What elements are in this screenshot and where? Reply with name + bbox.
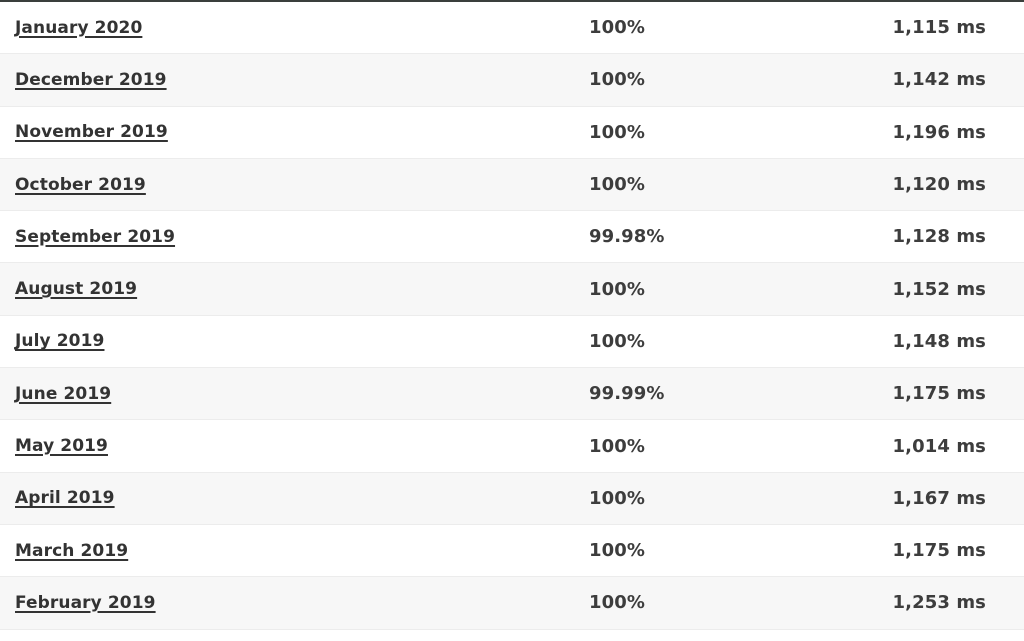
table-row: February 2019 100% 1,253 ms (0, 577, 1024, 630)
month-link[interactable]: May 2019 (15, 420, 108, 471)
month-link[interactable]: April 2019 (15, 473, 115, 524)
table-row: August 2019 100% 1,152 ms (0, 263, 1024, 316)
response-time-value: 1,152 ms (892, 278, 986, 300)
uptime-value: 100% (589, 592, 646, 614)
response-time-value: 1,175 ms (892, 540, 986, 562)
uptime-value: 100% (589, 17, 646, 39)
table-row: January 2020 100% 1,115 ms (0, 2, 1024, 55)
response-time-value: 1,142 ms (892, 69, 986, 91)
table-row: September 2019 99.98% 1,128 ms (0, 211, 1024, 264)
uptime-history-table: January 2020 100% 1,115 ms December 2019… (0, 0, 1024, 630)
response-time-value: 1,115 ms (892, 17, 986, 39)
table-row: May 2019 100% 1,014 ms (0, 420, 1024, 473)
table-row: March 2019 100% 1,175 ms (0, 524, 1024, 578)
uptime-value: 100% (589, 487, 646, 509)
month-link[interactable]: October 2019 (15, 159, 146, 210)
response-time-value: 1,014 ms (892, 435, 986, 457)
month-link[interactable]: June 2019 (15, 368, 111, 419)
month-link[interactable]: February 2019 (15, 577, 156, 628)
month-link[interactable]: November 2019 (15, 107, 168, 158)
uptime-value: 100% (589, 435, 646, 457)
uptime-value: 99.98% (589, 226, 665, 248)
month-link[interactable]: January 2020 (15, 2, 142, 53)
uptime-value: 100% (589, 278, 646, 300)
table-row: July 2019 100% 1,148 ms (0, 315, 1024, 369)
uptime-value: 100% (589, 540, 646, 562)
response-time-value: 1,196 ms (892, 121, 986, 143)
month-link[interactable]: December 2019 (15, 54, 167, 105)
uptime-value: 100% (589, 174, 646, 196)
uptime-value: 100% (589, 330, 646, 352)
month-link[interactable]: July 2019 (15, 316, 104, 367)
table-row: December 2019 100% 1,142 ms (0, 54, 1024, 107)
response-time-value: 1,120 ms (892, 174, 986, 196)
table-row: November 2019 100% 1,196 ms (0, 106, 1024, 159)
response-time-value: 1,148 ms (892, 330, 986, 352)
table-row: June 2019 99.99% 1,175 ms (0, 368, 1024, 421)
response-time-value: 1,128 ms (892, 226, 986, 248)
response-time-value: 1,167 ms (892, 487, 986, 509)
table-row: April 2019 100% 1,167 ms (0, 472, 1024, 525)
response-time-value: 1,253 ms (892, 592, 986, 614)
response-time-value: 1,175 ms (892, 383, 986, 405)
uptime-value: 100% (589, 121, 646, 143)
month-link[interactable]: September 2019 (15, 211, 175, 262)
month-link[interactable]: August 2019 (15, 263, 137, 314)
uptime-value: 100% (589, 69, 646, 91)
month-link[interactable]: March 2019 (15, 525, 128, 576)
table-row: October 2019 100% 1,120 ms (0, 158, 1024, 212)
uptime-value: 99.99% (589, 383, 665, 405)
